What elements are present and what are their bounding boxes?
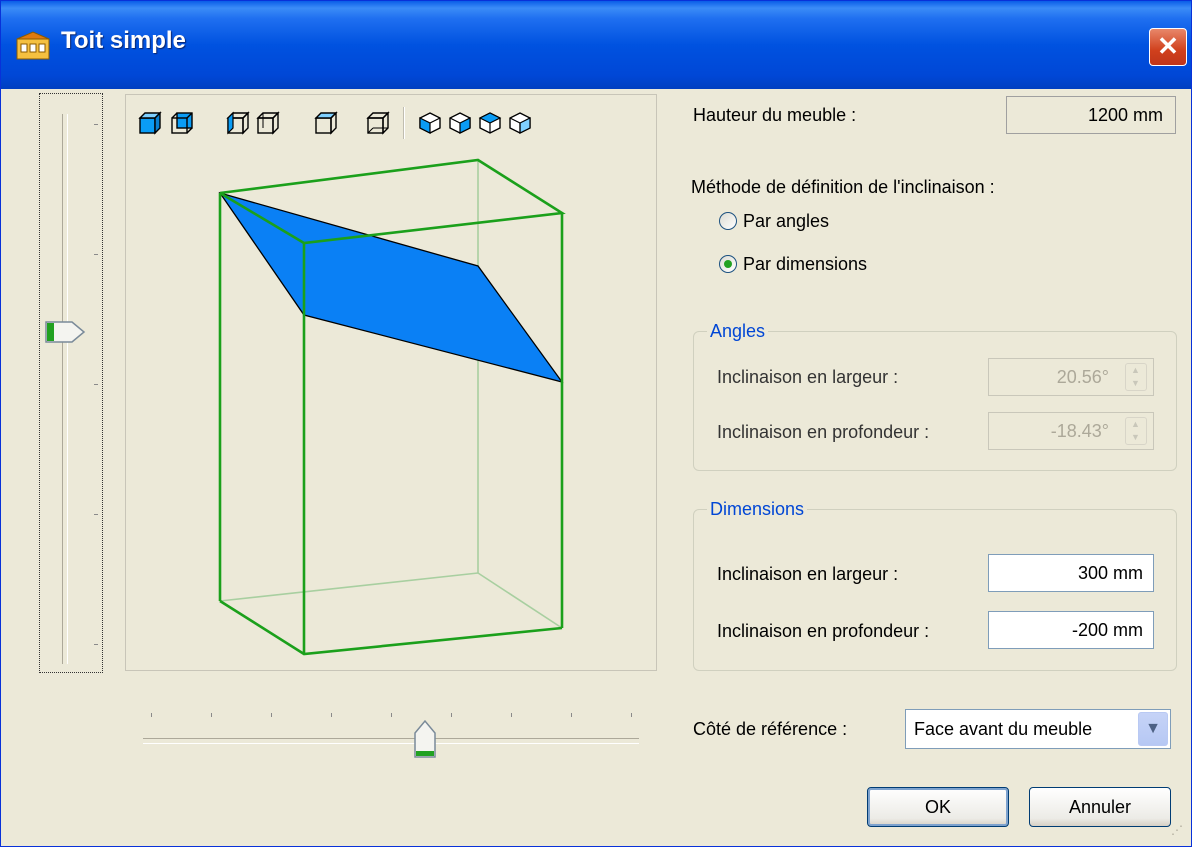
horizontal-rotation-slider[interactable]: [141, 701, 641, 761]
app-icon: [16, 31, 50, 60]
angles-largeur-spinner[interactable]: 20.56° ▲ ▼: [988, 358, 1154, 396]
roof-panel: [218, 191, 564, 384]
cancel-button[interactable]: Annuler: [1029, 787, 1171, 827]
dimensions-profondeur-input[interactable]: -200 mm: [988, 611, 1154, 649]
radio-par-angles[interactable]: [719, 212, 737, 230]
slider-tick: [331, 713, 332, 717]
window-title: Toit simple: [61, 27, 186, 54]
slider-tick: [571, 713, 572, 717]
dimensions-largeur-label: Inclinaison en largeur :: [717, 564, 899, 584]
slider-tick: [94, 254, 98, 255]
spinner-arrows-icon[interactable]: ▲ ▼: [1125, 417, 1147, 445]
horizontal-slider-thumb[interactable]: [413, 719, 437, 759]
angles-group-title: Angles: [707, 321, 769, 342]
angles-largeur-value: 20.56°: [1056, 367, 1109, 387]
slider-tick: [94, 124, 98, 125]
slider-tick: [94, 384, 98, 385]
radio-selected-dot: [724, 260, 732, 268]
3d-furniture-model: [218, 158, 566, 656]
hauteur-label: Hauteur du meuble :: [693, 105, 857, 125]
radio-par-dimensions[interactable]: [719, 255, 737, 273]
close-button[interactable]: ✕: [1149, 28, 1187, 66]
horizontal-slider-track: [143, 738, 639, 744]
dimensions-profondeur-label: Inclinaison en profondeur :: [717, 621, 930, 641]
chevron-down-icon[interactable]: ▼: [1138, 712, 1168, 746]
hauteur-value-field: 1200 mm: [1006, 96, 1176, 134]
vertical-slider-track: [62, 114, 68, 664]
angles-largeur-label: Inclinaison en largeur :: [717, 367, 899, 387]
close-icon: ✕: [1157, 31, 1179, 61]
slider-tick: [391, 713, 392, 717]
dimensions-largeur-input[interactable]: 300 mm: [988, 554, 1154, 592]
slider-tick: [94, 514, 98, 515]
title-bar[interactable]: Toit simple ✕: [1, 1, 1191, 89]
slider-tick: [271, 713, 272, 717]
reference-select[interactable]: Face avant du meuble ▼: [905, 709, 1171, 749]
slider-tick: [151, 713, 152, 717]
slider-tick: [94, 644, 98, 645]
radio-par-dimensions-label[interactable]: Par dimensions: [743, 254, 867, 275]
slider-tick: [451, 713, 452, 717]
resize-grip-icon[interactable]: ⋰: [1171, 823, 1183, 837]
vertical-rotation-slider[interactable]: [39, 93, 103, 673]
reference-selected-value: Face avant du meuble: [914, 719, 1093, 739]
reference-label: Côté de référence :: [693, 719, 848, 739]
spinner-arrows-icon[interactable]: ▲ ▼: [1125, 363, 1147, 391]
slider-tick: [631, 713, 632, 717]
radio-par-angles-label[interactable]: Par angles: [743, 211, 829, 232]
slider-tick: [211, 713, 212, 717]
angles-profondeur-value: -18.43°: [1050, 421, 1109, 441]
methode-label: Méthode de définition de l'inclinaison :: [691, 177, 995, 197]
ok-button[interactable]: OK: [867, 787, 1009, 827]
angles-profondeur-label: Inclinaison en profondeur :: [717, 422, 930, 442]
dialog-window: Toit simple ✕ Hauteur du meuble: 1200 m…: [0, 0, 1192, 847]
angles-profondeur-spinner[interactable]: -18.43° ▲ ▼: [988, 412, 1154, 450]
3d-preview-viewport[interactable]: [125, 94, 657, 671]
slider-tick: [511, 713, 512, 717]
angles-group: [693, 331, 1177, 471]
dimensions-group-title: Dimensions: [707, 499, 808, 520]
vertical-slider-thumb[interactable]: [44, 320, 88, 344]
